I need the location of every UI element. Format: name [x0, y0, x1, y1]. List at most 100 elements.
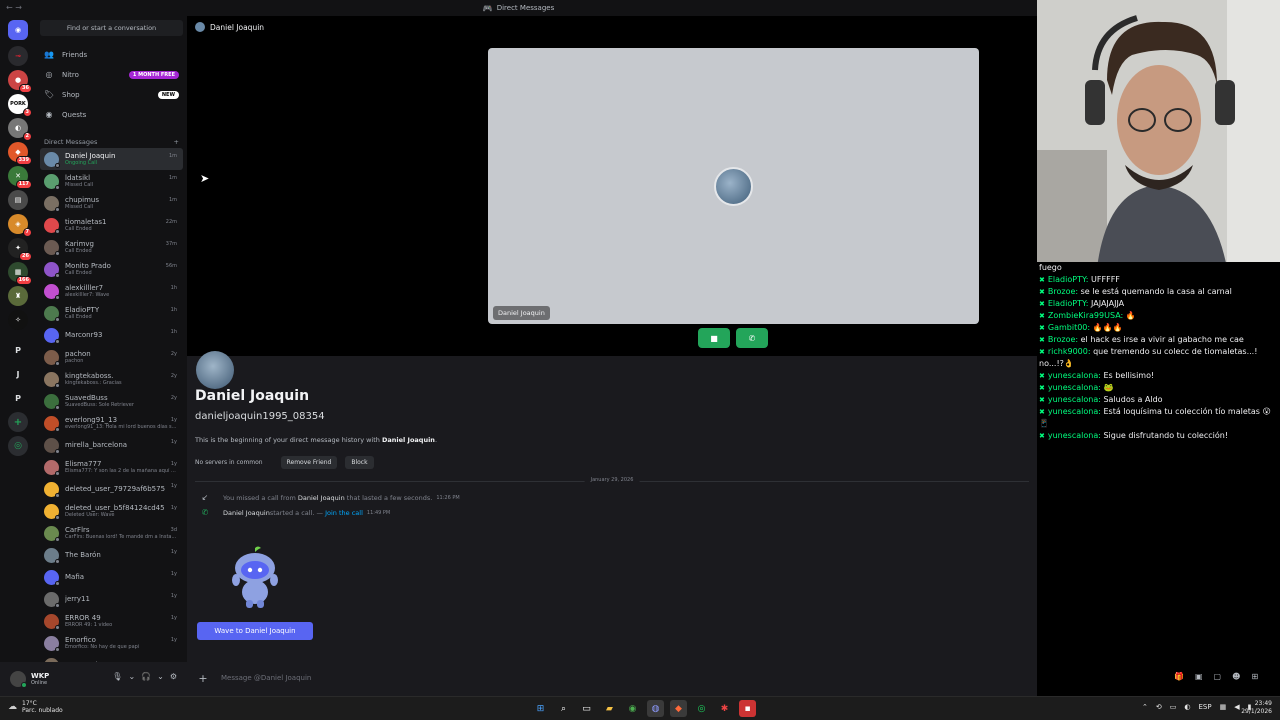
server-icon[interactable]: ▦ 166: [8, 262, 32, 285]
dm-time: 1y: [170, 593, 177, 599]
dm-item[interactable]: Karimvg Call Ended 37m: [40, 236, 183, 258]
nav-nitro[interactable]: ◎ Nitro 1 MONTH FREE: [40, 66, 183, 83]
add-server-icon[interactable]: +: [8, 412, 28, 432]
dm-item[interactable]: deleted_user_79729af6b575 1y: [40, 478, 183, 500]
dm-item[interactable]: EladioPTY Call Ended 1h: [40, 302, 183, 324]
dm-item[interactable]: deleted_user_b5f84124cd45 Deleted User: W…: [40, 500, 183, 522]
search-input[interactable]: Find or start a conversation: [40, 20, 183, 36]
apps-icon[interactable]: ⊞: [1251, 672, 1258, 681]
clock[interactable]: 23:49 29/1/2026: [1236, 700, 1272, 716]
server-icon[interactable]: ✦ 26: [8, 238, 32, 261]
phone-icon: ✆: [748, 333, 756, 343]
channel-header: Daniel Joaquin: [195, 22, 264, 32]
chrome-icon[interactable]: ◉: [624, 700, 641, 717]
file-explorer-icon[interactable]: ▰: [601, 700, 618, 717]
block-button[interactable]: Block: [345, 456, 374, 469]
chevron-up-icon[interactable]: ⌃: [1142, 703, 1148, 711]
dm-item[interactable]: Daniel Joaquin Ongoing Call 1m: [40, 148, 183, 170]
nav-friends[interactable]: 👥 Friends: [40, 46, 183, 63]
avatar[interactable]: [196, 351, 234, 389]
tray-app-icon[interactable]: ⟲: [1156, 703, 1162, 711]
server-icon[interactable]: ◈ 7: [8, 214, 32, 237]
server-j[interactable]: J: [10, 366, 26, 382]
dm-item[interactable]: Marconr93 1h: [40, 324, 183, 346]
tray-app-icon[interactable]: ◐: [1184, 703, 1190, 711]
status-icon: [55, 250, 60, 256]
dm-item[interactable]: everlong91_13 everlong91_13: Hola mi lord…: [40, 412, 183, 434]
nav-shop[interactable]: 🏷 Shop NEW: [40, 86, 183, 103]
join-call-button[interactable]: ✆: [736, 328, 768, 348]
dm-item[interactable]: The Barón 1y: [40, 544, 183, 566]
dm-item[interactable]: chupimus Missed Call 1m: [40, 192, 183, 214]
dm-item[interactable]: mirella_barcelona 1y: [40, 434, 183, 456]
server-icon[interactable]: ✕ 117: [8, 166, 32, 189]
headphones-icon[interactable]: 🎧: [141, 672, 151, 681]
dm-name: deleted_user_79729af6b575: [65, 485, 166, 493]
search-icon[interactable]: ⌕: [555, 700, 572, 717]
tray-app-icon[interactable]: ▭: [1170, 703, 1177, 711]
sticker-icon[interactable]: ▢: [1214, 672, 1222, 681]
camera-button[interactable]: ■: [698, 328, 730, 348]
gift-icon[interactable]: 🎁: [1174, 672, 1184, 681]
task-view-icon[interactable]: ▭: [578, 700, 595, 717]
dm-time: 56m: [165, 263, 177, 269]
app-icon[interactable]: ✱: [716, 700, 733, 717]
emoji-icon[interactable]: ☻: [1232, 672, 1240, 681]
dm-item[interactable]: alexkilller7 alexkilller7: Wave 1h: [40, 280, 183, 302]
create-dm-button[interactable]: +: [174, 138, 179, 146]
chat-text: 🔥🔥🔥: [1090, 323, 1123, 332]
server-icon[interactable]: PORK 3: [8, 94, 32, 117]
server-icon[interactable]: ⊸: [8, 46, 28, 66]
language-indicator[interactable]: ESP: [1198, 703, 1211, 711]
dm-item[interactable]: CarFlrs CarFlrs: Buenas lord! Te mandé dm…: [40, 522, 183, 544]
call-video-tile[interactable]: Daniel Joaquin: [488, 48, 979, 324]
spotify-icon[interactable]: ◎: [693, 700, 710, 717]
discover-icon[interactable]: ◎: [8, 436, 28, 456]
dm-time: 1y: [170, 505, 177, 511]
msg-user[interactable]: Daniel Joaquin: [298, 494, 345, 502]
gear-icon[interactable]: ⚙: [170, 672, 177, 681]
remove-friend-button[interactable]: Remove Friend: [280, 456, 338, 469]
dm-item[interactable]: pachon pachon 2y: [40, 346, 183, 368]
dm-item[interactable]: kingtekaboss. kingtekaboss.: Gracias 2y: [40, 368, 183, 390]
gif-icon[interactable]: ▣: [1195, 672, 1203, 681]
chevron-down-icon[interactable]: ⌄: [128, 672, 135, 681]
wave-button[interactable]: Wave to Daniel Joaquin: [197, 622, 313, 640]
chevron-down-icon[interactable]: ⌄: [157, 672, 164, 681]
join-call-link[interactable]: Join the call: [325, 509, 363, 517]
add-attachment-icon[interactable]: +: [195, 672, 211, 685]
server-icon[interactable]: ▤: [8, 190, 28, 210]
message-input[interactable]: Message @Daniel Joaquin: [221, 674, 311, 682]
server-icon[interactable]: ✧: [8, 310, 28, 330]
home-button[interactable]: ◉: [8, 20, 28, 40]
msg-user[interactable]: Daniel Joaquin: [223, 509, 270, 517]
nav-quests[interactable]: ◉ Quests: [40, 106, 183, 123]
dm-item[interactable]: tiomaletas1 Call Ended 22m: [40, 214, 183, 236]
avatar[interactable]: [10, 671, 27, 688]
app-icon[interactable]: ▪: [739, 700, 756, 717]
server-p[interactable]: P: [10, 342, 26, 358]
server-icon[interactable]: ● 36: [8, 70, 32, 93]
dm-item[interactable]: Emorfico Emorfico: No hay de que papi 1y: [40, 632, 183, 654]
dm-item[interactable]: Yue Escalona: [40, 654, 183, 662]
network-icon[interactable]: ▦: [1220, 703, 1227, 711]
back-forward-icon[interactable]: ← →: [6, 3, 22, 12]
dm-subtitle: CarFlrs: Buenas lord! Te mandé dm a Inst…: [65, 533, 177, 540]
app-icon[interactable]: ◆: [670, 700, 687, 717]
server-icon[interactable]: ◆ 339: [8, 142, 32, 165]
chat-line: ✖ richk9000: que tremendo su colecc de ti…: [1039, 346, 1278, 370]
server-icon[interactable]: ♜: [8, 286, 28, 306]
dm-item[interactable]: Monito Prado Call Ended 56m: [40, 258, 183, 280]
discord-icon[interactable]: ◍: [647, 700, 664, 717]
server-p2[interactable]: P: [10, 390, 26, 406]
server-icon[interactable]: ◐ 2: [8, 118, 32, 141]
windows-start-icon[interactable]: ⊞: [532, 700, 549, 717]
dm-item[interactable]: SuavedBuss SuavedBuss: Sole Retriever 2y: [40, 390, 183, 412]
weather-widget[interactable]: ☁ 17°C Parc. nublado: [8, 700, 63, 714]
dm-item[interactable]: ldatsikl Missed Call 1m: [40, 170, 183, 192]
dm-item[interactable]: jerry11 1y: [40, 588, 183, 610]
dm-item[interactable]: ERROR 49 ERROR 49: 1 video 1y: [40, 610, 183, 632]
dm-item[interactable]: Elisma777 Elisma777: Y son las 2 de la ma…: [40, 456, 183, 478]
microphone-icon[interactable]: 🎙: [112, 672, 122, 681]
dm-item[interactable]: Mafia 1y: [40, 566, 183, 588]
